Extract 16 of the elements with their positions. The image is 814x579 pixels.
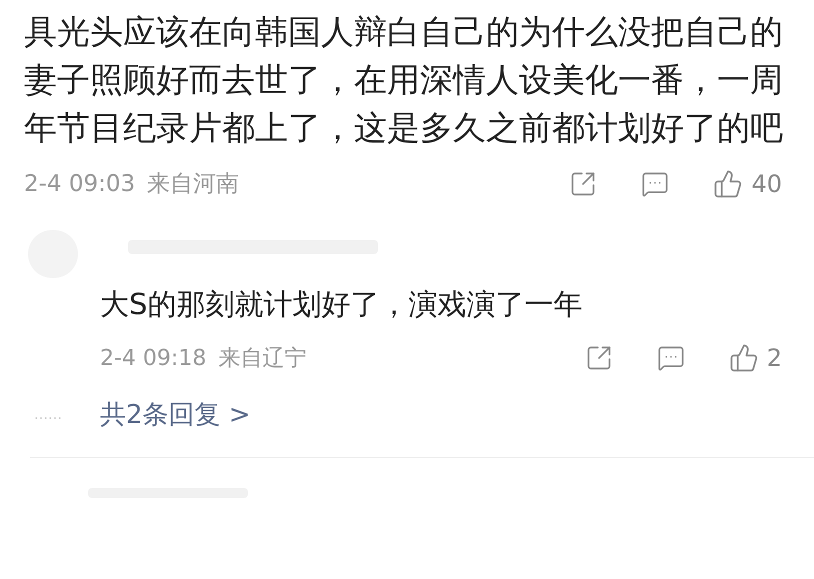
comment-location: 来自河南 bbox=[147, 170, 240, 199]
more-replies-link[interactable]: 共2条回复 > bbox=[100, 396, 251, 435]
share-icon[interactable] bbox=[569, 170, 598, 198]
comment-text: 具光头应该在向韩国人辩白自己的为什么没把自己的妻子照顾好而去世了，在用深情人设美化一番，一周年节目纪录片都上了，这是多久之前都计划好了的吧 bbox=[24, 11, 784, 149]
ellipsis: …… bbox=[34, 406, 63, 425]
reply-time: 2-4 09:18 bbox=[100, 344, 206, 372]
reply-location: 来自辽宁 bbox=[218, 344, 306, 372]
comment-time: 2-4 09:03 bbox=[24, 170, 136, 199]
reply-text: 大S的那刻就计划好了，演戏演了一年 bbox=[100, 286, 584, 323]
like-count: 40 bbox=[751, 169, 782, 200]
share-icon[interactable] bbox=[584, 344, 613, 372]
like-count: 2 bbox=[766, 343, 782, 374]
comment-icon[interactable] bbox=[656, 344, 685, 372]
comment-icon[interactable] bbox=[641, 170, 670, 198]
like-icon[interactable] bbox=[728, 343, 759, 373]
like-icon[interactable] bbox=[713, 169, 744, 199]
